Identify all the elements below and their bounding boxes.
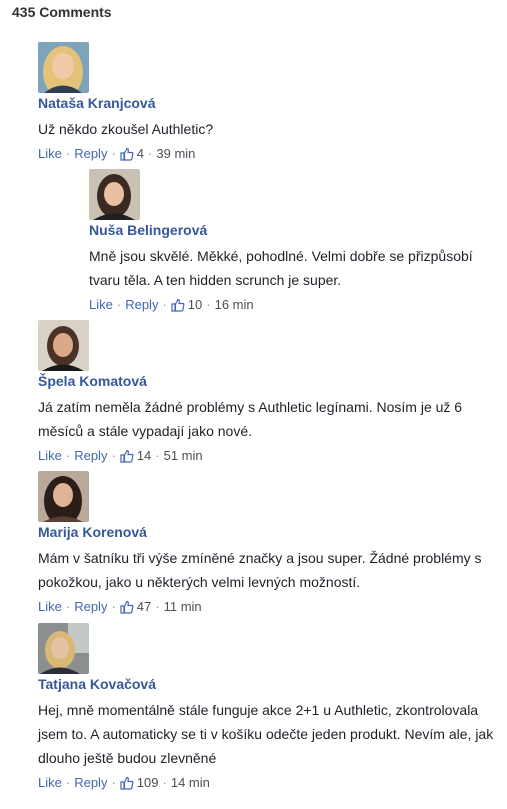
separator: · bbox=[206, 297, 211, 312]
separator: · bbox=[148, 146, 153, 161]
thumbs-up-icon bbox=[120, 776, 134, 790]
like-count: 47 bbox=[136, 599, 152, 614]
comment-text: Mně jsou skvělé. Měkké, pohodlné. Velmi … bbox=[89, 248, 473, 288]
comment-text: Hej, mně momentálně stále funguje akce 2… bbox=[38, 702, 494, 766]
separator: · bbox=[162, 775, 167, 790]
reply-button[interactable]: Reply bbox=[125, 297, 158, 312]
reply-button[interactable]: Reply bbox=[74, 448, 107, 463]
comment-actions: Like · Reply · 10 · 16 min bbox=[89, 297, 254, 312]
avatar[interactable] bbox=[38, 471, 89, 522]
comment-actions: Like · Reply · 109 · 14 min bbox=[38, 775, 210, 790]
like-button[interactable]: Like bbox=[89, 297, 113, 312]
comment-author[interactable]: Nuša Belingerová bbox=[89, 222, 207, 238]
timestamp[interactable]: 51 min bbox=[164, 448, 203, 463]
thumbs-up-icon bbox=[120, 600, 134, 614]
thumbs-up-icon bbox=[120, 147, 134, 161]
like-button[interactable]: Like bbox=[38, 775, 62, 790]
like-count: 14 bbox=[136, 448, 152, 463]
timestamp[interactable]: 14 min bbox=[171, 775, 210, 790]
separator: · bbox=[155, 448, 160, 463]
like-button[interactable]: Like bbox=[38, 448, 62, 463]
avatar[interactable] bbox=[89, 169, 140, 220]
comment-author[interactable]: Marija Korenová bbox=[38, 524, 147, 540]
avatar[interactable] bbox=[38, 320, 89, 371]
comment-text: Už někdo zkoušel Authletic? bbox=[38, 121, 214, 137]
separator: · bbox=[111, 146, 116, 161]
comment-count: 435 Comments bbox=[12, 4, 112, 20]
reply-button[interactable]: Reply bbox=[74, 146, 107, 161]
like-count: 109 bbox=[136, 775, 159, 790]
like-count: 4 bbox=[136, 146, 145, 161]
timestamp[interactable]: 11 min bbox=[164, 599, 202, 614]
comment-actions: Like · Reply · 47 · 11 min bbox=[38, 599, 202, 614]
timestamp[interactable]: 39 min bbox=[156, 146, 195, 161]
thumbs-up-icon bbox=[171, 298, 185, 312]
separator: · bbox=[162, 297, 167, 312]
thumbs-up-icon bbox=[120, 449, 134, 463]
separator: · bbox=[65, 146, 71, 161]
separator: · bbox=[111, 599, 116, 614]
separator: · bbox=[111, 448, 116, 463]
like-button[interactable]: Like bbox=[38, 599, 62, 614]
timestamp[interactable]: 16 min bbox=[215, 297, 254, 312]
separator: · bbox=[65, 775, 71, 790]
like-count: 10 bbox=[187, 297, 203, 312]
comment-author[interactable]: Nataša Kranjcová bbox=[38, 95, 156, 111]
reply-button[interactable]: Reply bbox=[74, 775, 107, 790]
comment-actions: Like · Reply · 14 · 51 min bbox=[38, 448, 203, 463]
avatar[interactable] bbox=[38, 623, 89, 674]
separator: · bbox=[155, 599, 160, 614]
separator: · bbox=[111, 775, 116, 790]
comment-text: Já zatím neměla žádné problémy s Authlet… bbox=[38, 399, 463, 439]
separator: · bbox=[116, 297, 122, 312]
like-button[interactable]: Like bbox=[38, 146, 62, 161]
separator: · bbox=[65, 599, 71, 614]
comment-author[interactable]: Špela Komatová bbox=[38, 373, 147, 389]
comment-text: Mám v šatníku tři výše zmíněné značky a … bbox=[38, 550, 482, 590]
comment-author[interactable]: Tatjana Kovačová bbox=[38, 676, 156, 692]
comment-actions: Like · Reply · 4 · 39 min bbox=[38, 146, 195, 161]
reply-button[interactable]: Reply bbox=[74, 599, 107, 614]
avatar[interactable] bbox=[38, 42, 89, 93]
separator: · bbox=[65, 448, 71, 463]
